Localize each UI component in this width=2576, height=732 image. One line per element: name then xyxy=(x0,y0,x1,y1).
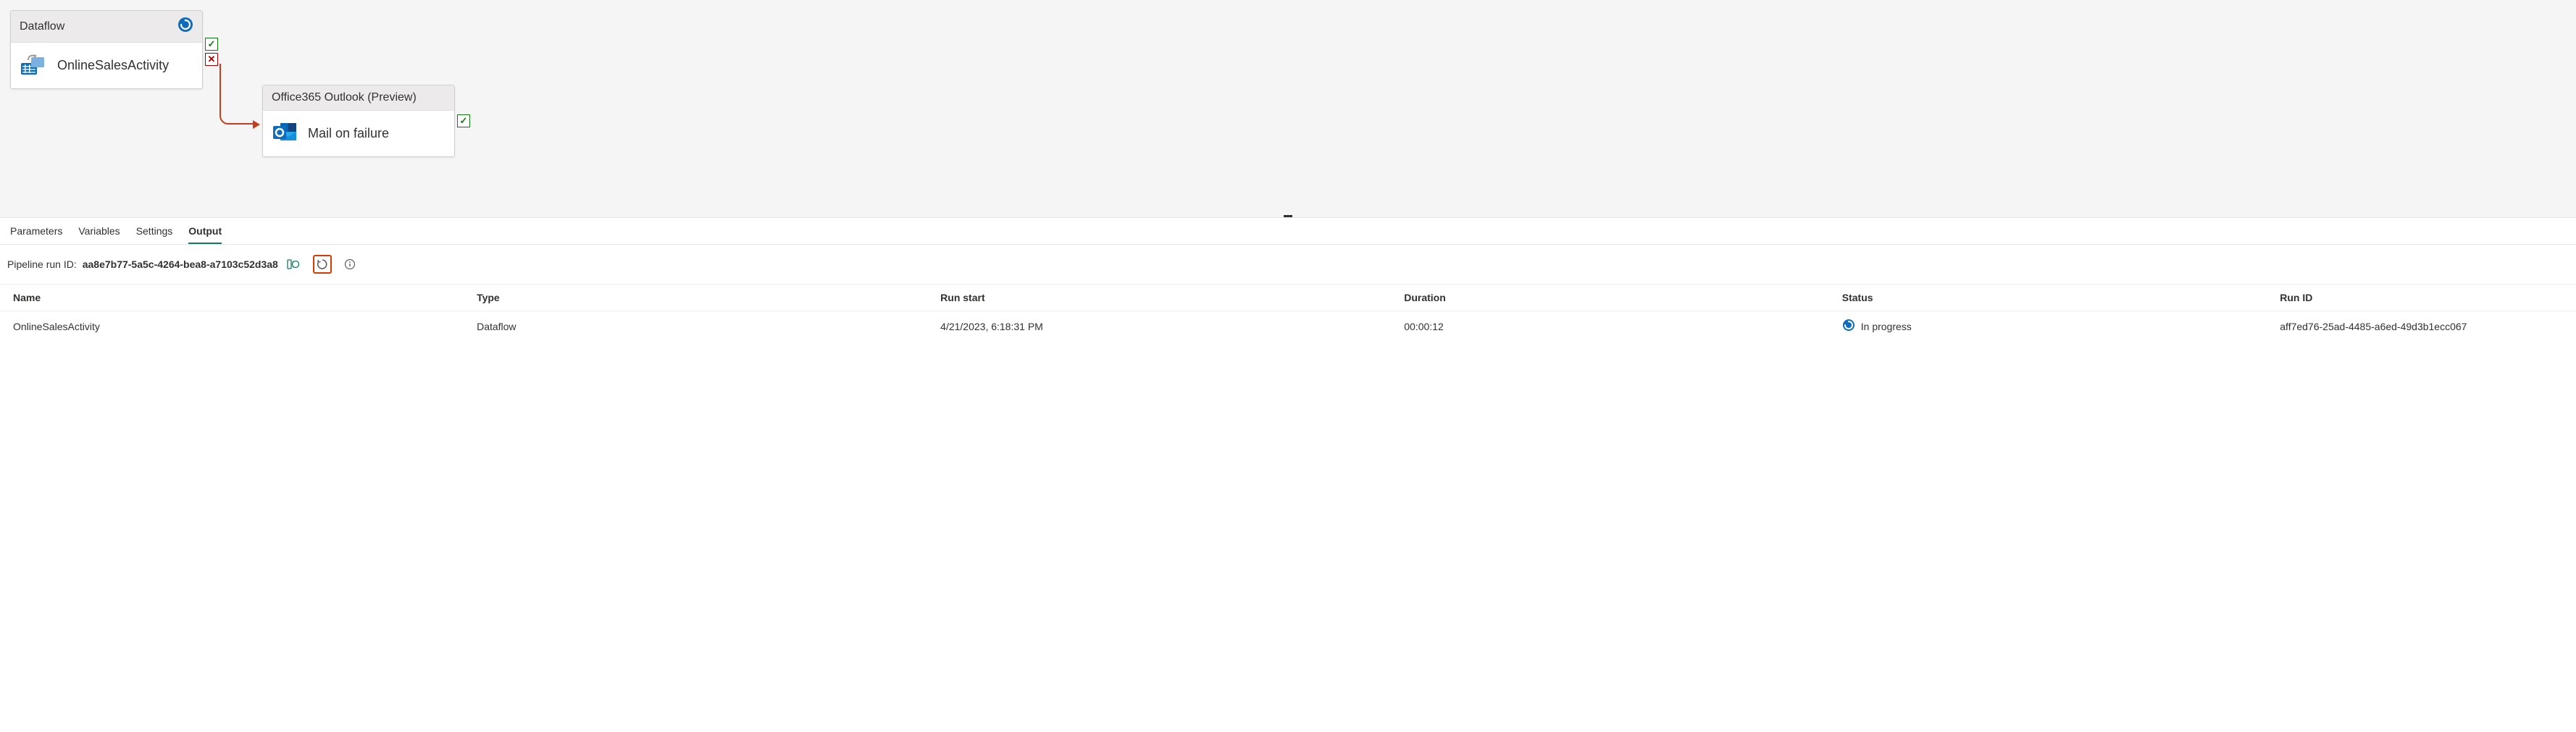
activity-header: Dataflow xyxy=(11,11,202,43)
activity-header: Office365 Outlook (Preview) xyxy=(263,85,454,111)
col-duration[interactable]: Duration xyxy=(1391,285,1829,311)
cell-status: In progress xyxy=(1829,311,2267,342)
copy-run-id-button[interactable] xyxy=(284,255,303,274)
activity-status-markers: ✓ xyxy=(457,114,470,127)
tab-output[interactable]: Output xyxy=(188,225,222,244)
cell-run-id: aff7ed76-25ad-4485-a6ed-49d3b1ecc067 xyxy=(2267,311,2576,342)
outlook-icon xyxy=(273,121,298,146)
cell-type: Dataflow xyxy=(464,311,927,342)
tab-parameters[interactable]: Parameters xyxy=(10,225,62,244)
pipeline-canvas[interactable]: Dataflow xyxy=(0,0,2576,217)
tab-variables[interactable]: Variables xyxy=(78,225,120,244)
cell-run-start: 4/21/2023, 6:18:31 PM xyxy=(927,311,1391,342)
col-run-start[interactable]: Run start xyxy=(927,285,1391,311)
activity-type-label: Dataflow xyxy=(20,20,64,33)
activity-body: OnlineSalesActivity xyxy=(11,43,202,88)
refresh-button[interactable] xyxy=(313,255,332,274)
cell-duration: 00:00:12 xyxy=(1391,311,1829,342)
dataflow-icon xyxy=(21,53,47,78)
success-marker-icon[interactable]: ✓ xyxy=(205,38,218,51)
col-name[interactable]: Name xyxy=(0,285,464,311)
output-table: Name Type Run start Duration Status Run … xyxy=(0,284,2576,341)
status-text: In progress xyxy=(1861,321,1912,332)
output-panel: Parameters Variables Settings Output Pip… xyxy=(0,217,2576,341)
activity-body: Mail on failure xyxy=(263,111,454,156)
panel-tabs: Parameters Variables Settings Output xyxy=(0,218,2576,245)
activity-dataflow[interactable]: Dataflow xyxy=(10,10,203,89)
run-id-label: Pipeline run ID: xyxy=(7,258,77,270)
col-status[interactable]: Status xyxy=(1829,285,2267,311)
col-run-id[interactable]: Run ID xyxy=(2267,285,2576,311)
failure-connector xyxy=(219,64,254,125)
activity-type-label: Office365 Outlook (Preview) xyxy=(272,91,417,104)
dataflow-status-icon xyxy=(177,17,193,36)
panel-resize-handle[interactable] xyxy=(1284,215,1292,217)
info-button[interactable] xyxy=(340,255,359,274)
run-info-bar: Pipeline run ID: aa8e7b77-5a5c-4264-bea8… xyxy=(0,245,2576,284)
cell-name: OnlineSalesActivity xyxy=(0,311,464,342)
activity-name: OnlineSalesActivity xyxy=(57,58,169,73)
failure-marker-icon[interactable]: ✕ xyxy=(205,53,218,66)
in-progress-icon xyxy=(1842,319,1855,334)
connector-arrow-icon xyxy=(253,120,260,129)
table-row[interactable]: OnlineSalesActivity Dataflow 4/21/2023, … xyxy=(0,311,2576,342)
activity-name: Mail on failure xyxy=(308,126,389,141)
tab-settings[interactable]: Settings xyxy=(136,225,173,244)
success-marker-icon[interactable]: ✓ xyxy=(457,114,470,127)
activity-outlook[interactable]: Office365 Outlook (Preview) Mail on fail… xyxy=(262,85,455,157)
col-type[interactable]: Type xyxy=(464,285,927,311)
run-id-value: aa8e7b77-5a5c-4264-bea8-a7103c52d3a8 xyxy=(83,258,278,270)
activity-status-markers: ✓ ✕ xyxy=(205,38,218,66)
table-header-row: Name Type Run start Duration Status Run … xyxy=(0,285,2576,311)
